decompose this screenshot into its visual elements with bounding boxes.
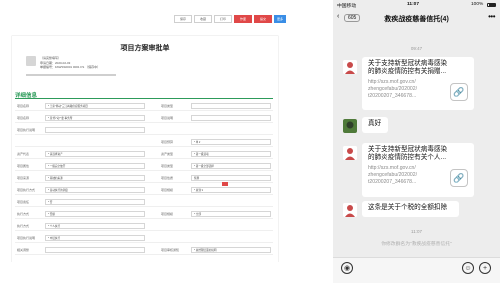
table-row: 相关调整 项目审核通知 * 总经理层面的说明 xyxy=(15,246,273,255)
field-input[interactable] xyxy=(45,247,145,253)
field-input[interactable]: * 基础的来源 xyxy=(45,175,145,181)
field-input[interactable]: * 第一级全部选择 xyxy=(191,163,271,169)
plus-icon[interactable]: + xyxy=(479,262,491,274)
table-row: 执行方式 * 否额 项目规模 * 全部 xyxy=(15,210,273,219)
table-row: 项目执行方式 * 自动执行的调度 项目规模 * 总到 ▾ xyxy=(15,186,273,195)
timestamp: 11:07 xyxy=(411,229,422,234)
carrier-label: 中国移动 xyxy=(337,4,357,9)
info-divider xyxy=(26,74,116,76)
avatar xyxy=(26,56,36,66)
favorite-button[interactable]: 收藏 xyxy=(194,15,212,23)
link-icon: 🔗 xyxy=(450,169,468,187)
more-icon[interactable]: ••• xyxy=(488,12,495,21)
field-input[interactable] xyxy=(191,103,271,109)
field-input[interactable]: * 全部 xyxy=(191,211,271,217)
field-input[interactable]: * 某"移"动""委 事务所 xyxy=(45,115,145,121)
field-input[interactable]: * 否额 xyxy=(45,211,145,217)
table-row: 资产代表 * 请选择资产 资产类型 * 第一级选项 xyxy=(15,150,273,159)
status-badge xyxy=(222,182,228,186)
field-label: 项目名称 xyxy=(17,104,30,108)
field-label: 项目属性 xyxy=(17,164,30,168)
field-label: 执行方式 xyxy=(17,224,30,228)
avatar[interactable] xyxy=(343,146,357,160)
field-label: 项目审核通知 xyxy=(161,248,180,252)
table-row: 项目执行说明 * 中层执行 xyxy=(15,234,273,243)
table-row: 项目责任 * 否 xyxy=(15,198,273,207)
field-input[interactable]: * 单 ▾ xyxy=(191,139,271,145)
field-input[interactable]: 预算 xyxy=(191,175,271,181)
table-row: 项目名称 * 王家"移动"三江两路供应服务项目 项目类型 xyxy=(15,102,273,111)
chat-title: 救疾战疫慈善信托(4) xyxy=(384,16,449,23)
field-label: 项目执行方式 xyxy=(17,188,36,192)
field-label: 项目规模 xyxy=(161,188,174,192)
field-input[interactable]: * 个人执行 xyxy=(45,223,145,229)
emoji-icon[interactable]: ☺ xyxy=(462,262,474,274)
field-label: 项目类型 xyxy=(161,104,174,108)
table-row: 项目预算 * 单 ▾ xyxy=(15,138,273,147)
field-label: 项目规模 xyxy=(161,212,174,216)
clock: 11:07 xyxy=(407,2,420,7)
timestamp: 09:47 xyxy=(410,46,423,51)
field-label: 资产类型 xyxy=(161,152,174,156)
battery-icon xyxy=(487,2,496,7)
field-label: 项目名称 xyxy=(17,116,30,120)
table-row: 项目执行说明 xyxy=(15,126,273,135)
field-input[interactable]: * 否 xyxy=(45,199,145,205)
text-message[interactable]: 这条是关于个税的全额扣除 xyxy=(362,201,459,217)
status-bar: 中国移动 11:07 100% xyxy=(333,0,500,9)
field-input[interactable]: * 一级完全放开 xyxy=(45,163,145,169)
applicant-name: （请完整填写） xyxy=(40,56,62,60)
field-input[interactable]: * 自动执行的调度 xyxy=(45,187,145,193)
form-view: 项目方案审批单 （请完整填写） 申请日期：2020-02-03 单据编号：FAW… xyxy=(12,36,278,262)
save-button[interactable]: 保存 xyxy=(174,15,192,23)
avatar[interactable] xyxy=(343,60,357,74)
field-label: 项目执行说明 xyxy=(17,128,36,132)
field-label: 项目类型 xyxy=(161,164,174,168)
link-icon: 🔗 xyxy=(450,83,468,101)
chat-input-bar: ◉ ☺ + xyxy=(333,257,500,283)
avatar[interactable] xyxy=(343,119,357,133)
field-label: 执行方式 xyxy=(17,212,30,216)
field-input[interactable]: * 中层执行 xyxy=(45,235,145,241)
void-button[interactable]: 作废 xyxy=(234,15,252,23)
table-row: 项目名称 * 某"移"动""委 事务所 项目说明 xyxy=(15,114,273,123)
web-form-screenshot: 保存 收藏 打印 作废 提交 更多 项目方案审批单 （请完整填写） 申请日期：2… xyxy=(0,0,286,262)
applicant-docno: 单据编号：FAWSS0001 0001 FS （保存中） xyxy=(40,65,101,69)
table-row: 项目来源 * 基础的来源 项目性质 预算 xyxy=(15,174,273,183)
system-notice: 你修改群名为"救疾战疫慈善信托" xyxy=(381,242,452,247)
voice-icon[interactable]: ◉ xyxy=(341,262,353,274)
field-input[interactable]: * 总经理层面的说明 xyxy=(191,247,271,253)
field-label: 项目性质 xyxy=(161,176,174,180)
field-label: 项目责任 xyxy=(17,200,30,204)
field-input[interactable] xyxy=(191,115,271,121)
field-label: 相关调整 xyxy=(17,248,30,252)
table-row: 项目属性 * 一级完全放开 项目类型 * 第一级全部选择 xyxy=(15,162,273,171)
field-input[interactable] xyxy=(45,127,145,133)
link-message[interactable]: 关于支持新型冠状病毒感染 的肺炎疫情防控有关捐赠... http://szs.m… xyxy=(362,57,474,110)
more-button[interactable]: 更多 xyxy=(274,15,286,23)
field-label: 项目说明 xyxy=(161,116,174,120)
section-underline xyxy=(15,98,273,99)
field-label: 项目执行说明 xyxy=(17,236,36,240)
form-title: 项目方案审批单 xyxy=(120,45,170,52)
submit-button[interactable]: 提交 xyxy=(254,15,272,23)
field-label: 项目预算 xyxy=(161,140,174,144)
link-message[interactable]: 关于支持新型冠状病毒感染 的肺炎疫情防控有关个人... http://szs.m… xyxy=(362,143,474,197)
print-button[interactable]: 打印 xyxy=(214,15,232,23)
chat-header: ‹ 605 救疾战疫慈善信托(4) ••• xyxy=(333,11,500,26)
field-input[interactable]: * 请选择资产 xyxy=(45,151,145,157)
field-input[interactable]: * 第一级选项 xyxy=(191,151,271,157)
field-label: 项目来源 xyxy=(17,176,30,180)
field-input[interactable]: * 王家"移动"三江两路供应服务项目 xyxy=(45,103,145,109)
table-row: 执行方式 * 个人执行 xyxy=(15,222,273,231)
field-label: 资产代表 xyxy=(17,152,30,156)
field-input[interactable]: * 总到 ▾ xyxy=(191,187,271,193)
avatar[interactable] xyxy=(343,203,357,217)
phone-chat-screenshot: 中国移动 11:07 100% ‹ 605 救疾战疫慈善信托(4) ••• 09… xyxy=(333,0,500,283)
text-message[interactable]: 真好 xyxy=(362,117,388,133)
battery-percent: 100% xyxy=(471,2,484,7)
